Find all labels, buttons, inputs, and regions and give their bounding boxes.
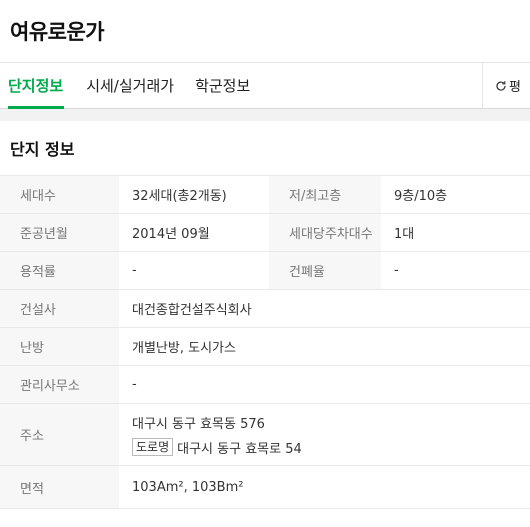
heating-value: 개별난방, 도시가스 xyxy=(132,341,236,356)
builder-value: 대건종합건설주식회사 xyxy=(132,303,252,318)
parking-label: 세대당주차대수 xyxy=(269,213,381,252)
tab-label: 학군정보 xyxy=(195,77,251,95)
far-value: - xyxy=(132,263,137,278)
address-road: 대구시 동구 효목로 54 xyxy=(177,441,302,457)
bcr-label: 건폐율 xyxy=(269,251,381,290)
page-title: 여유로운가 xyxy=(10,20,105,44)
unit-toggle-button[interactable]: 평 xyxy=(482,63,530,108)
table-row: 용적률 - 건폐율 - xyxy=(0,251,530,290)
floors-label: 저/최고층 xyxy=(269,175,381,214)
households-value: 32세대(총2개동) xyxy=(132,189,227,204)
road-name-badge: 도로명 xyxy=(132,438,174,456)
heating-label: 난방 xyxy=(0,327,119,366)
address-value: 대구시 동구 효목동 576 도로명 대구시 동구 효목로 54 xyxy=(119,404,530,466)
table-row: 주소 대구시 동구 효목동 576 도로명 대구시 동구 효목로 54 xyxy=(0,403,530,466)
address-road-line: 도로명 대구시 동구 효목로 54 xyxy=(132,438,530,457)
section-gap xyxy=(0,109,530,121)
table-row: 난방 개별난방, 도시가스 xyxy=(0,327,530,366)
bcr-value: - xyxy=(394,263,399,278)
refresh-icon xyxy=(496,80,506,91)
households-label: 세대수 xyxy=(0,175,119,214)
table-row: 세대수 32세대(총2개동) 저/최고층 9층/10층 xyxy=(0,175,530,214)
table-row: 관리사무소 - xyxy=(0,365,530,404)
parking-value: 1대 xyxy=(394,227,415,242)
table-row: 건설사 대건종합건설주식회사 xyxy=(0,289,530,328)
builder-label: 건설사 xyxy=(0,289,119,328)
address-label: 주소 xyxy=(0,403,119,466)
table-row: 준공년월 2014년 09월 세대당주차대수 1대 xyxy=(0,213,530,252)
section-title: 단지 정보 xyxy=(10,140,75,159)
area-label: 면적 xyxy=(0,465,119,509)
tab-complex-info[interactable]: 단지정보 xyxy=(0,63,74,109)
address-jibun: 대구시 동구 효목동 576 xyxy=(132,416,265,432)
table-row: 면적 103Am², 103Bm² xyxy=(0,465,530,509)
office-value: - xyxy=(132,377,137,392)
completion-value: 2014년 09월 xyxy=(132,227,210,242)
office-label: 관리사무소 xyxy=(0,365,119,404)
complex-info-table: 세대수 32세대(총2개동) 저/최고층 9층/10층 준공년월 2014년 0… xyxy=(0,175,530,509)
tab-price[interactable]: 시세/실거래가 xyxy=(74,63,185,108)
area-value: 103Am², 103Bm² xyxy=(132,479,244,495)
tab-bar: 단지정보 시세/실거래가 학군정보 평 xyxy=(0,62,530,109)
unit-toggle-label: 평 xyxy=(509,80,521,95)
tab-label: 시세/실거래가 xyxy=(86,77,175,95)
floors-value: 9층/10층 xyxy=(394,189,448,204)
far-label: 용적률 xyxy=(0,251,119,290)
completion-label: 준공년월 xyxy=(0,213,119,252)
tab-label: 단지정보 xyxy=(8,77,64,95)
page-header: 여유로운가 xyxy=(0,0,530,62)
tab-school[interactable]: 학군정보 xyxy=(185,63,261,108)
